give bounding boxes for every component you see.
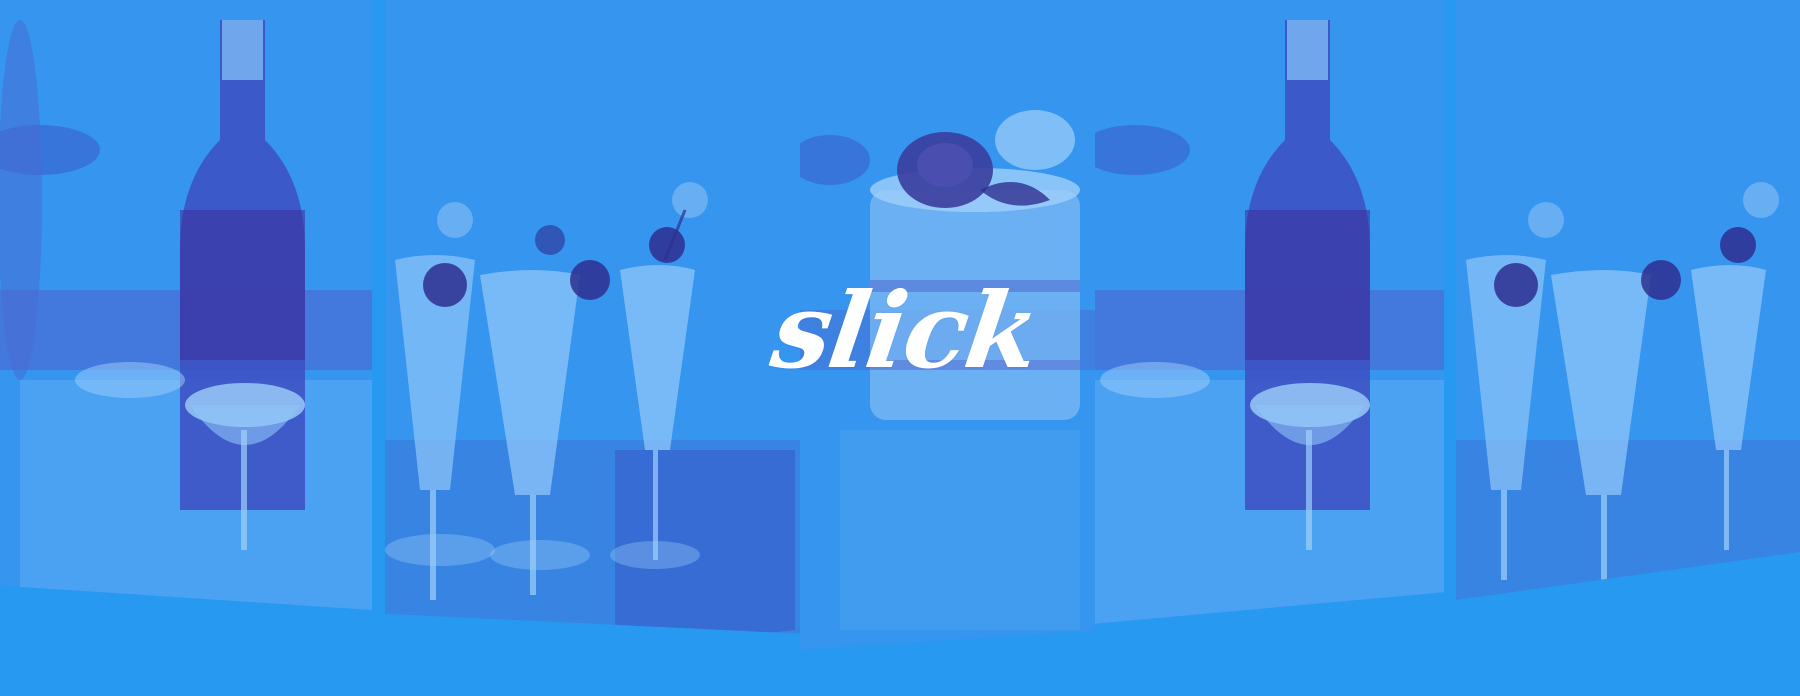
hero-banner: slick <box>0 0 1800 696</box>
panel-divider <box>1444 0 1456 610</box>
bottle-photo <box>0 0 372 610</box>
bottle-photo-2 <box>1095 0 1444 624</box>
flutes-photo-2 <box>1456 0 1800 600</box>
gallery-panel-flutes-2 <box>1456 0 1800 600</box>
panel-divider <box>372 0 384 620</box>
gallery-panel-flutes <box>385 0 800 634</box>
gallery-panel-bottle-2 <box>1095 0 1444 624</box>
gallery-panel-bottle <box>0 0 372 610</box>
flutes-photo <box>385 0 800 634</box>
brand-logo: slick <box>764 268 1046 392</box>
